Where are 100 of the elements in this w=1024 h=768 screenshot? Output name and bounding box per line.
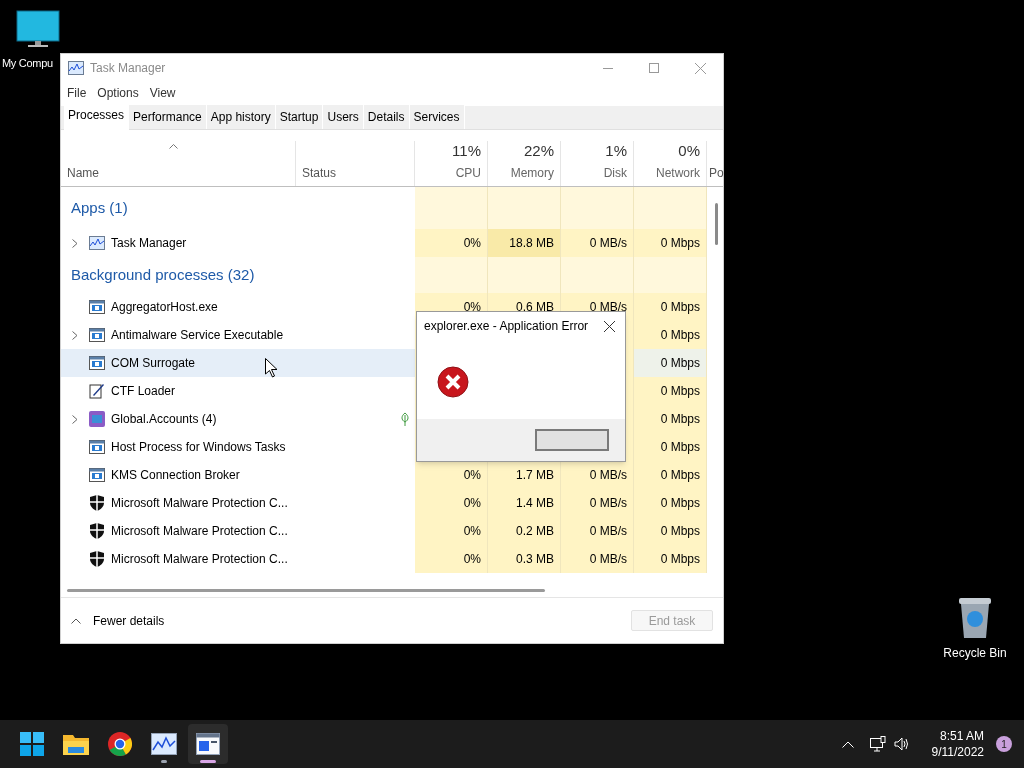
process-row[interactable]: Global.Accounts (4)	[61, 405, 415, 433]
tab[interactable]: Users	[323, 105, 364, 129]
table-cell: 0 Mbps	[634, 321, 707, 349]
monitor-icon[interactable]	[16, 10, 60, 50]
tab[interactable]: Startup	[275, 105, 324, 129]
notepad-pen-icon	[89, 383, 105, 399]
fewer-details-link[interactable]: Fewer details	[93, 611, 165, 630]
table-cell: 0%	[415, 461, 488, 489]
application-icon	[89, 328, 105, 342]
show-hidden-icons-caret-icon[interactable]	[841, 740, 854, 748]
table-cell: 0 MB/s	[561, 229, 634, 257]
network-icon[interactable]	[869, 736, 886, 752]
group-heading: Apps (1)	[71, 198, 128, 216]
volume-icon[interactable]	[893, 736, 910, 752]
folder-icon	[63, 733, 89, 755]
table-cell: 1.4 MB	[488, 489, 561, 517]
shield-icon	[90, 495, 104, 511]
vertical-scrollbar[interactable]	[715, 203, 718, 245]
table-cell: 0.3 MB	[488, 545, 561, 573]
windows-logo-icon	[20, 732, 44, 756]
process-name: Antimalware Service Executable	[111, 327, 284, 344]
table-cell: 0%	[415, 489, 488, 517]
close-icon[interactable]	[604, 320, 615, 332]
process-name: AggregatorHost.exe	[111, 299, 218, 316]
expand-chevron-icon[interactable]	[72, 414, 78, 424]
maximize-icon	[649, 63, 659, 73]
process-name: Microsoft Malware Protection C...	[111, 551, 288, 568]
process-name: KMS Connection Broker	[111, 467, 240, 484]
recycle-bin-icon[interactable]	[957, 597, 993, 639]
horizontal-scrollbar[interactable]	[67, 588, 545, 592]
tab[interactable]: App history	[206, 105, 276, 129]
taskbar-app-button[interactable]	[188, 724, 228, 764]
tab[interactable]: Processes	[64, 104, 130, 130]
expand-chevron-icon[interactable]	[72, 238, 78, 248]
shield-icon	[90, 523, 104, 539]
menu-item[interactable]: Options	[93, 84, 143, 102]
table-cell: 18.8 MB	[488, 229, 561, 257]
menu-item[interactable]: View	[145, 84, 180, 102]
table-cell: 0 Mbps	[634, 517, 707, 545]
table-cell: 0 Mbps	[634, 229, 707, 257]
process-name: Microsoft Malware Protection C...	[111, 523, 288, 540]
dialog-button[interactable]	[535, 429, 609, 451]
process-row[interactable]: COM Surrogate	[61, 349, 415, 377]
clock-time[interactable]: 8:51 AM	[939, 728, 984, 744]
application-icon	[89, 356, 105, 370]
process-row[interactable]: Task Manager	[61, 229, 415, 257]
process-row[interactable]: Microsoft Malware Protection C...	[61, 545, 415, 573]
process-row[interactable]: AggregatorHost.exe	[61, 293, 415, 321]
process-row[interactable]: Host Process for Windows Tasks	[61, 433, 415, 461]
table-cell: 0%	[415, 545, 488, 573]
table-cell: 0 MB/s	[561, 517, 634, 545]
process-name: Microsoft Malware Protection C...	[111, 495, 288, 512]
table-cell: 0 Mbps	[634, 461, 707, 489]
process-row[interactable]: Antimalware Service Executable	[61, 321, 415, 349]
process-row[interactable]: KMS Connection Broker	[61, 461, 415, 489]
tab[interactable]: Performance	[129, 105, 207, 129]
column-usage: 22%	[523, 141, 554, 161]
accounts-icon	[89, 411, 105, 427]
table-cell: 0 Mbps	[634, 489, 707, 517]
column-header[interactable]: Status	[302, 164, 337, 182]
table-cell: 0 Mbps	[634, 293, 707, 321]
column-usage: 1%	[605, 141, 627, 161]
close-icon	[694, 62, 706, 74]
dialog-title: explorer.exe - Application Error	[424, 318, 589, 335]
process-name: Global.Accounts (4)	[111, 411, 217, 428]
process-row[interactable]: CTF Loader	[61, 377, 415, 405]
column-header[interactable]: Memory	[510, 164, 554, 182]
column-header[interactable]: Disk	[603, 164, 627, 182]
application-icon	[89, 440, 105, 454]
clock-date[interactable]: 9/11/2022	[931, 744, 984, 760]
collapse-caret-icon[interactable]	[71, 617, 81, 624]
process-row[interactable]: Microsoft Malware Protection C...	[61, 489, 415, 517]
window-title: Task Manager	[90, 60, 166, 77]
expand-chevron-icon[interactable]	[72, 330, 78, 340]
table-cell: 0 MB/s	[561, 489, 634, 517]
tab[interactable]: Details	[363, 105, 410, 129]
column-usage: 11%	[452, 141, 481, 161]
application-icon	[89, 300, 105, 314]
tab[interactable]: Services	[409, 105, 465, 129]
desktop-icon-label: My Compu	[2, 56, 53, 71]
column-usage: 0%	[678, 141, 700, 161]
column-header[interactable]: Network	[656, 164, 700, 182]
table-cell: 0 Mbps	[634, 349, 707, 377]
notification-badge[interactable]: 1	[996, 736, 1012, 752]
process-name: COM Surrogate	[111, 355, 196, 372]
column-header[interactable]: CPU	[455, 164, 481, 182]
table-cell: 0 MB/s	[561, 545, 634, 573]
process-name: Host Process for Windows Tasks	[111, 439, 286, 456]
column-header[interactable]: Po	[709, 164, 724, 182]
process-name: CTF Loader	[111, 383, 176, 400]
menu-item[interactable]: File	[63, 84, 91, 102]
process-row[interactable]: Microsoft Malware Protection C...	[61, 517, 415, 545]
table-cell: 0%	[415, 229, 488, 257]
table-cell: 0 Mbps	[634, 545, 707, 573]
column-header[interactable]: Name	[67, 164, 99, 182]
table-cell: 0 Mbps	[634, 405, 707, 433]
table-cell: 0 Mbps	[634, 377, 707, 405]
application-icon	[89, 468, 105, 482]
table-cell: 0.2 MB	[488, 517, 561, 545]
window-icon	[196, 733, 220, 755]
